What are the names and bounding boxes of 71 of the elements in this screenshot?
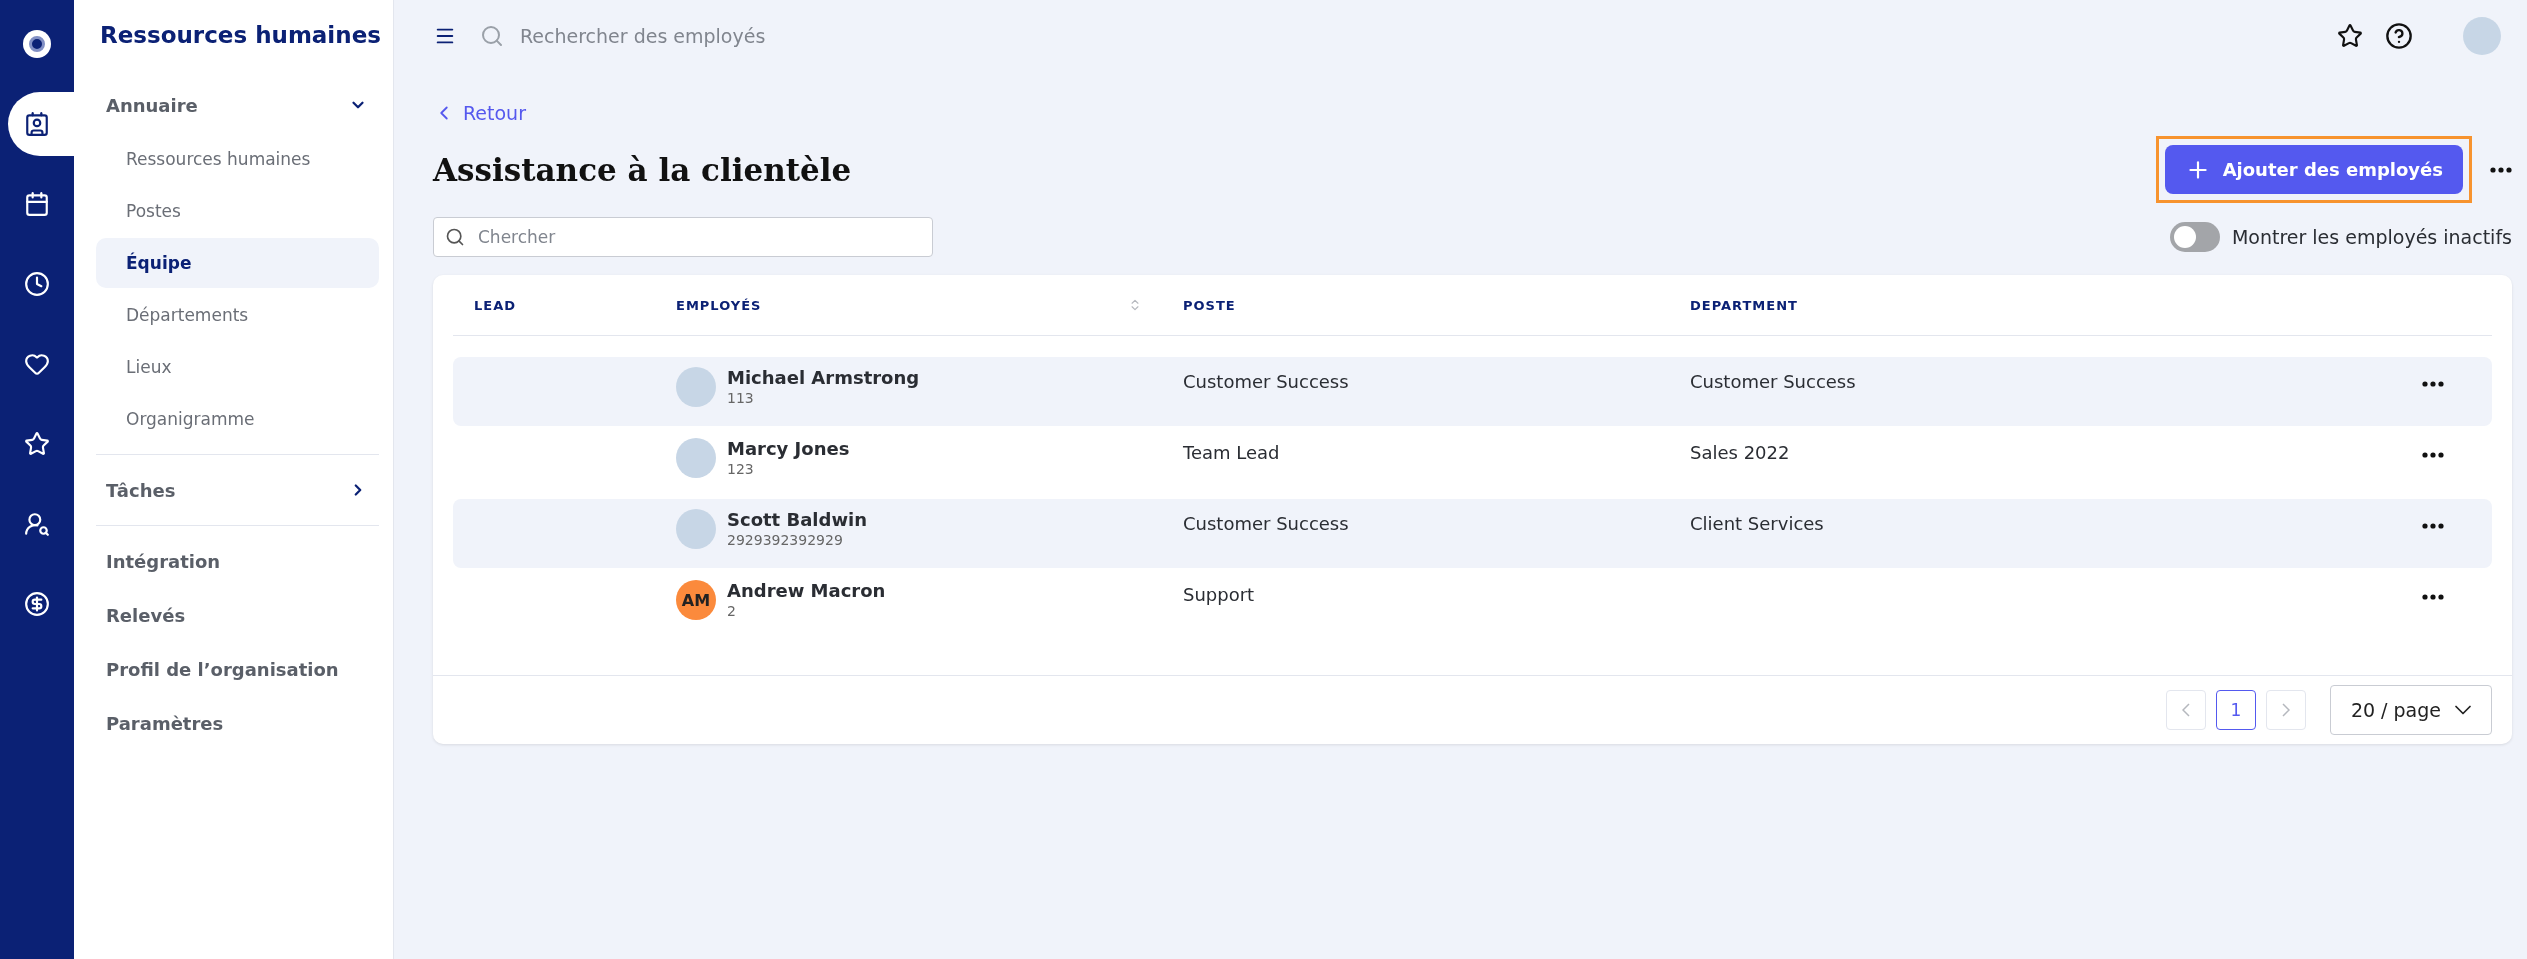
column-header: POSTE bbox=[1183, 297, 1236, 313]
add-employees-button[interactable]: Ajouter des employés bbox=[2164, 145, 2463, 194]
column-header: DEPARTMENT bbox=[1690, 297, 1798, 313]
help-icon bbox=[2385, 22, 2413, 50]
nav-group[interactable]: Tâches bbox=[96, 463, 379, 517]
row-menu-button[interactable] bbox=[2422, 594, 2444, 600]
nav-item[interactable]: Relevés bbox=[96, 588, 379, 642]
id-card-icon bbox=[24, 111, 50, 137]
ellipsis-icon bbox=[2422, 523, 2444, 529]
nav-item[interactable]: Intégration bbox=[96, 534, 379, 588]
table-cell-text: Support bbox=[1182, 584, 1255, 605]
help-button[interactable] bbox=[2385, 22, 2413, 50]
avatar-placeholder bbox=[676, 438, 716, 478]
avatar-placeholder bbox=[676, 367, 716, 407]
page-title: Assistance à la clientèle bbox=[433, 151, 852, 188]
avatar-placeholder bbox=[676, 509, 716, 549]
table-cell-text: Customer Success bbox=[1182, 371, 1349, 392]
ellipsis-icon bbox=[2422, 452, 2444, 458]
calendar-icon bbox=[24, 191, 50, 217]
star-icon bbox=[2337, 23, 2363, 49]
back-link[interactable]: Retour bbox=[433, 102, 526, 124]
nav-item[interactable]: Départements bbox=[96, 290, 379, 340]
logo-icon bbox=[23, 30, 51, 58]
user-search-icon bbox=[24, 511, 50, 537]
star-button[interactable] bbox=[2337, 23, 2363, 49]
row-menu-button[interactable] bbox=[2422, 523, 2444, 529]
star-icon bbox=[24, 431, 50, 457]
search-field[interactable]: Chercher bbox=[433, 217, 933, 257]
initials-avatar: AM bbox=[676, 580, 716, 620]
employee-name: Marcy Jones bbox=[727, 438, 850, 459]
employee-name: Michael Armstrong bbox=[727, 367, 920, 388]
chevron-right-icon bbox=[2281, 703, 2290, 717]
page-size-select[interactable]: 20 / page bbox=[2329, 685, 2492, 735]
table-cell-text: Customer Success bbox=[1182, 513, 1349, 534]
table-cell-text: Customer Success bbox=[1689, 371, 1856, 392]
nav-item[interactable]: Profil de l’organisation bbox=[96, 642, 379, 696]
more-button[interactable] bbox=[2490, 166, 2512, 173]
nav-item[interactable]: Postes bbox=[96, 186, 379, 236]
nav-item[interactable]: Paramètres bbox=[96, 696, 379, 750]
nav-item[interactable]: Équipe bbox=[96, 238, 379, 288]
nav-item[interactable]: Lieux bbox=[96, 342, 379, 392]
chevron-left-icon bbox=[2181, 703, 2190, 717]
employee-name: Scott Baldwin bbox=[727, 509, 867, 530]
row-menu-button[interactable] bbox=[2422, 452, 2444, 458]
column-header: LEAD bbox=[474, 297, 517, 313]
nav-item[interactable]: Organigramme bbox=[96, 394, 379, 444]
employee-id: 123 bbox=[727, 461, 755, 477]
employee-id: 2929392392929 bbox=[727, 532, 844, 548]
search-field[interactable]: Rechercher des employés bbox=[518, 24, 922, 48]
ellipsis-icon bbox=[2422, 381, 2444, 387]
dollar-icon bbox=[24, 591, 50, 617]
page-button[interactable]: 1 bbox=[2215, 690, 2256, 730]
nav-group[interactable]: Annuaire bbox=[96, 78, 379, 132]
table-cell-text: Sales 2022 bbox=[1689, 442, 1790, 463]
employee-name: Andrew Macron bbox=[727, 580, 886, 601]
employee-id: 2 bbox=[727, 603, 737, 619]
table-cell-text: Client Services bbox=[1689, 513, 1824, 534]
ellipsis-icon bbox=[2422, 594, 2444, 600]
search-icon bbox=[445, 227, 465, 247]
row-menu-button[interactable] bbox=[2422, 381, 2444, 387]
employee-id: 113 bbox=[727, 390, 755, 406]
toggle-label: Montrer les employés inactifs bbox=[2231, 226, 2512, 248]
ellipsis-icon bbox=[2490, 166, 2512, 173]
table-cell-text: Team Lead bbox=[1182, 442, 1280, 463]
search-icon bbox=[480, 24, 504, 48]
toggle-switch[interactable] bbox=[2169, 222, 2220, 252]
sidebar-title: Ressources humaines bbox=[100, 22, 381, 48]
column-header: EMPLOYÉS bbox=[676, 297, 762, 313]
heart-icon bbox=[24, 351, 50, 377]
nav-item[interactable]: Ressources humaines bbox=[96, 134, 379, 184]
clock-icon bbox=[24, 271, 50, 297]
